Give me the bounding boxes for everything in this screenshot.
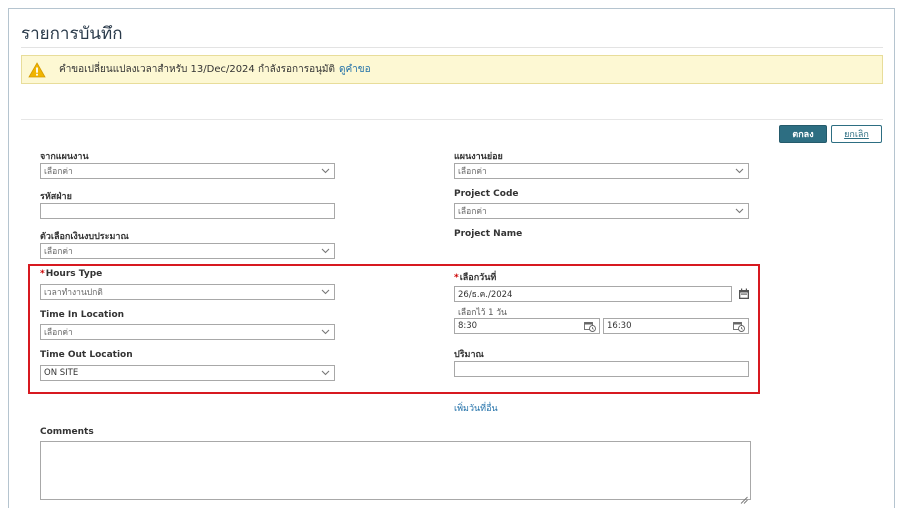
sub-plan-label: แผนงานย่อย bbox=[454, 152, 503, 162]
page-title: รายการบันทึก bbox=[21, 24, 123, 44]
resize-handle-icon[interactable] bbox=[740, 489, 748, 504]
from-plan-select[interactable]: เลือกค่า bbox=[40, 163, 335, 179]
date-selected-hint: เลือกไว้ 1 วัน bbox=[458, 308, 507, 318]
comments-label: Comments bbox=[40, 427, 94, 437]
quantity-input[interactable] bbox=[454, 361, 749, 377]
chevron-down-icon bbox=[318, 325, 332, 339]
comments-textarea[interactable] bbox=[40, 441, 751, 504]
select-date-value: 26/ธ.ค./2024 bbox=[458, 290, 513, 300]
sub-plan-select[interactable]: เลือกค่า bbox=[454, 163, 749, 179]
from-plan-value: เลือกค่า bbox=[44, 167, 73, 177]
budget-option-label: ตัวเลือกเงินงบประมาณ bbox=[40, 232, 129, 242]
hours-type-label: *Hours Type bbox=[40, 269, 103, 279]
project-name-label: Project Name bbox=[454, 229, 523, 239]
project-code-label: Project Code bbox=[454, 189, 519, 199]
section-divider bbox=[21, 119, 883, 120]
calendar-icon[interactable] bbox=[737, 287, 751, 301]
chevron-down-icon bbox=[318, 285, 332, 299]
time-out-location-select[interactable]: ON SITE bbox=[40, 365, 335, 381]
hours-type-value: เวลาทำงานปกติ bbox=[44, 288, 103, 298]
time-end-value: 16:30 bbox=[607, 321, 632, 331]
chevron-down-icon bbox=[732, 164, 746, 178]
chevron-down-icon bbox=[318, 164, 332, 178]
time-out-location-value: ON SITE bbox=[44, 368, 79, 378]
from-plan-label: จากแผนงาน bbox=[40, 152, 89, 162]
project-code-value: เลือกค่า bbox=[458, 207, 487, 217]
project-code-select[interactable]: เลือกค่า bbox=[454, 203, 749, 219]
cancel-button[interactable]: ยกเลิก bbox=[831, 125, 882, 143]
select-date-label: *เลือกวันที่ bbox=[454, 273, 497, 283]
required-mark: * bbox=[454, 273, 459, 283]
warning-triangle-icon bbox=[28, 61, 46, 78]
time-end-input[interactable]: 16:30 bbox=[603, 318, 749, 334]
hours-type-select[interactable]: เวลาทำงานปกติ bbox=[40, 284, 335, 300]
time-in-location-label: Time In Location bbox=[40, 310, 125, 320]
add-other-date-link[interactable]: เพิ่มวันที่อื่น bbox=[454, 401, 498, 415]
title-divider bbox=[21, 47, 883, 48]
view-request-link[interactable]: ดูคำขอ bbox=[339, 62, 371, 77]
calendar-clock-icon[interactable] bbox=[583, 319, 597, 333]
dept-code-label: รหัสฝ่าย bbox=[40, 192, 72, 202]
dept-code-input[interactable] bbox=[40, 203, 335, 219]
time-start-value: 8:30 bbox=[458, 321, 478, 331]
budget-option-select[interactable]: เลือกค่า bbox=[40, 243, 335, 259]
required-mark: * bbox=[40, 269, 45, 279]
pending-request-banner: คำขอเปลี่ยนแปลงเวลาสำหรับ 13/Dec/2024 กำ… bbox=[21, 55, 883, 84]
quantity-label: ปริมาณ bbox=[454, 350, 484, 360]
banner-message: คำขอเปลี่ยนแปลงเวลาสำหรับ 13/Dec/2024 กำ… bbox=[59, 64, 335, 75]
time-in-location-value: เลือกค่า bbox=[44, 328, 73, 338]
sub-plan-value: เลือกค่า bbox=[458, 167, 487, 177]
chevron-down-icon bbox=[732, 204, 746, 218]
select-date-input[interactable]: 26/ธ.ค./2024 bbox=[454, 286, 732, 302]
time-in-location-select[interactable]: เลือกค่า bbox=[40, 324, 335, 340]
ok-button[interactable]: ตกลง bbox=[779, 125, 827, 143]
chevron-down-icon bbox=[318, 244, 332, 258]
budget-option-value: เลือกค่า bbox=[44, 247, 73, 257]
chevron-down-icon bbox=[318, 366, 332, 380]
calendar-clock-icon[interactable] bbox=[732, 319, 746, 333]
time-out-location-label: Time Out Location bbox=[40, 350, 133, 360]
time-start-input[interactable]: 8:30 bbox=[454, 318, 600, 334]
